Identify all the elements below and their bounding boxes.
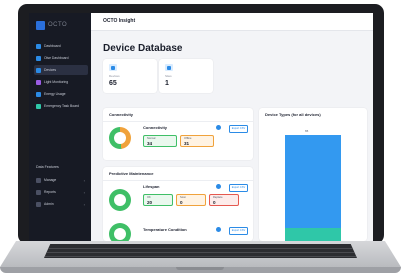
alert-icon: [36, 103, 41, 109]
device-type-bar-primary[interactable]: [285, 135, 341, 228]
temperature-condition-title: Temperature Condition: [143, 227, 187, 232]
divider: [103, 121, 253, 122]
lifespan-title: Lifespan: [143, 184, 160, 189]
sidebar-item-emergency-task-board[interactable]: Emergency Task Board: [34, 101, 88, 111]
lifespan-donut-chart: [109, 189, 131, 211]
dashboard-icon: [36, 43, 41, 49]
device-types-panel: Device Types (for all devices) 65: [259, 108, 367, 241]
sidebar-item-label: Devices: [44, 68, 57, 72]
device-icon: [109, 64, 117, 71]
bar-value-label: 65: [305, 129, 309, 133]
device-icon: [36, 67, 41, 73]
sidebar-item-reports[interactable]: Reports ›: [34, 187, 88, 197]
sidebar-nav: Dashboard Olse Dashboard Devices Light M…: [34, 41, 88, 113]
chevron-right-icon: ›: [83, 189, 85, 195]
status-chip-replace: Replace 0: [209, 194, 239, 206]
chevron-right-icon: ›: [83, 177, 85, 183]
sidebar-item-dashboard[interactable]: Dashboard: [34, 41, 88, 51]
status-chip-ok: OK 20: [143, 194, 173, 206]
sidebar-item-label: Emergency Task Board: [44, 104, 79, 108]
app-logo[interactable]: OCTO: [36, 19, 67, 31]
stat-value: 65: [109, 80, 117, 87]
export-csv-button[interactable]: Export CSV: [229, 227, 248, 235]
connectivity-panel: Connectivity Connectivity Export CSV Nor…: [103, 108, 253, 160]
sidebar-item-label: Olse Dashboard: [44, 56, 69, 60]
chip-label: Soon: [180, 196, 187, 199]
connectivity-metric-title: Connectivity: [143, 125, 168, 130]
logo-icon: [36, 20, 45, 30]
page-title: Device Database: [103, 43, 183, 54]
sidebar-item-label: Admin: [44, 202, 54, 206]
keyboard: [44, 244, 357, 258]
status-chip-offline: Offline 31: [180, 135, 214, 147]
site-icon: [165, 64, 173, 71]
chip-value: 20: [147, 200, 153, 205]
data-features-list: Manage › Reports › Admin ›: [34, 175, 88, 211]
light-icon: [36, 79, 41, 85]
sidebar-item-olse-dashboard[interactable]: Olse Dashboard: [34, 53, 88, 63]
sidebar-item-label: Reports: [44, 190, 56, 194]
export-csv-button[interactable]: Export CSV: [229, 184, 248, 192]
panel-title: Device Types (for all devices): [265, 112, 321, 117]
stat-label: Sites: [165, 74, 172, 78]
chip-value: 31: [184, 141, 190, 146]
energy-icon: [36, 91, 41, 97]
chip-value: 0: [180, 200, 183, 205]
header-title: OCTO Insight: [103, 18, 136, 24]
connectivity-donut-chart: [109, 127, 131, 149]
status-chip-normal: Normal 34: [143, 135, 177, 147]
info-icon[interactable]: [216, 227, 221, 232]
info-icon[interactable]: [216, 125, 221, 130]
grid-icon: [36, 55, 41, 61]
sidebar-item-devices[interactable]: Devices: [34, 65, 88, 75]
sidebar-item-label: Manage: [44, 178, 57, 182]
export-csv-button[interactable]: Export CSV: [229, 125, 248, 133]
sidebar-item-label: Light Monitoring: [44, 80, 69, 84]
chip-label: Replace: [213, 196, 223, 199]
predictive-maintenance-panel: Predictive Maintenance Lifespan Export C…: [103, 167, 253, 241]
laptop-notch: [176, 267, 224, 270]
device-type-bar-secondary[interactable]: [285, 228, 341, 241]
chevron-right-icon: ›: [83, 201, 85, 207]
stat-card-devices[interactable]: Devices 65: [103, 59, 157, 93]
sidebar-item-energy-usage[interactable]: Energy Usage: [34, 89, 88, 99]
data-features-title: Data Features: [36, 165, 59, 169]
sidebar-item-manage[interactable]: Manage ›: [34, 175, 88, 185]
status-chip-soon: Soon 0: [176, 194, 206, 206]
top-bar: OCTO Insight: [91, 13, 373, 31]
chip-label: Offline: [184, 137, 192, 140]
sidebar-item-light-monitoring[interactable]: Light Monitoring: [34, 77, 88, 87]
sidebar-item-label: Energy Usage: [44, 92, 66, 96]
admin-icon: [36, 201, 41, 207]
panel-title: Connectivity: [109, 112, 134, 117]
keyboard-row: [44, 248, 357, 249]
stat-card-sites[interactable]: Sites 1: [159, 59, 213, 93]
chip-value: 0: [213, 200, 216, 205]
divider: [103, 180, 253, 181]
logo-text: OCTO: [48, 22, 68, 28]
manage-icon: [36, 177, 41, 183]
stat-value: 1: [165, 80, 169, 87]
sidebar-item-admin[interactable]: Admin ›: [34, 199, 88, 209]
reports-icon: [36, 189, 41, 195]
sidebar: OCTO Dashboard Olse Dashboard Devices Li…: [29, 13, 91, 241]
keyboard-row: [44, 256, 357, 257]
temperature-donut-chart: [109, 223, 131, 241]
stat-label: Devices: [109, 74, 120, 78]
keyboard-row: [44, 252, 357, 253]
sidebar-item-label: Dashboard: [44, 44, 61, 48]
panel-title: Predictive Maintenance: [109, 171, 154, 176]
chip-label: OK: [147, 196, 151, 199]
laptop-screen: OCTO Dashboard Olse Dashboard Devices Li…: [29, 13, 373, 241]
chip-value: 34: [147, 141, 153, 146]
info-icon[interactable]: [216, 184, 221, 189]
chip-label: Normal: [147, 137, 156, 140]
